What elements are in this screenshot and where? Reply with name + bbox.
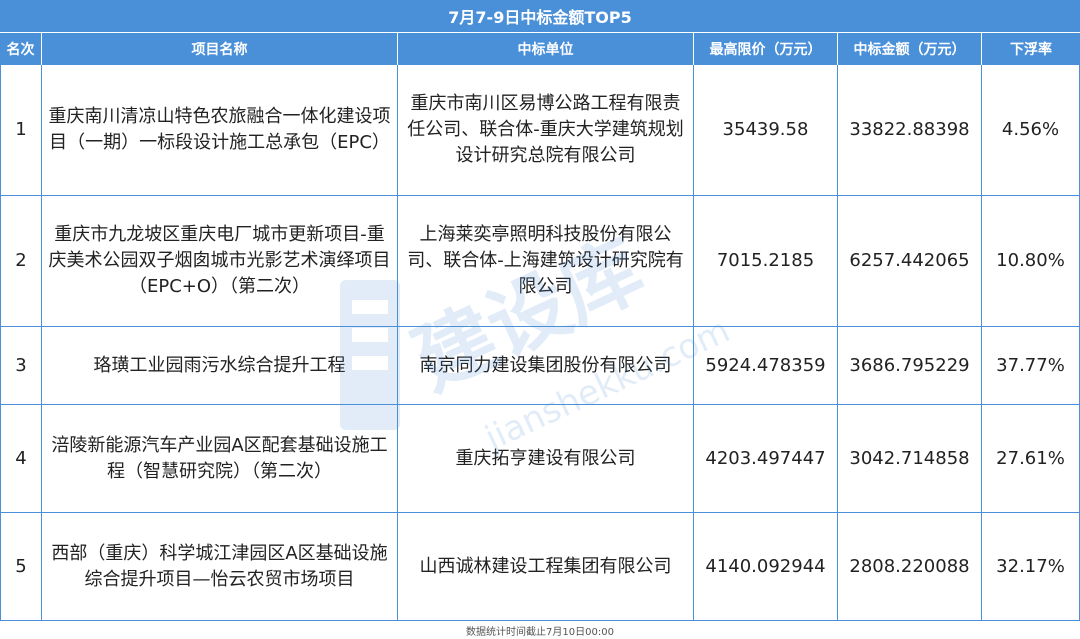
column-header-amount: 中标金额（万元） [838,33,982,65]
cell-project: 珞璜工业园雨污水综合提升工程 [42,327,398,404]
cell-rate: 10.80% [982,196,1080,326]
cell-max-price: 4140.092944 [694,513,838,620]
cell-rate: 37.77% [982,327,1080,404]
cell-project: 西部（重庆）科学城江津园区A区基础设施综合提升项目—怡云农贸市场项目 [42,513,398,620]
column-header-rate: 下浮率 [1010,42,1052,58]
table-row: 1 重庆南川清凉山特色农旅融合一体化建设项目（一期）一标段设计施工总承包（EPC… [0,65,1080,196]
cell-rank: 2 [0,196,42,326]
cell-amount: 6257.442065 [838,196,982,326]
cell-rank: 3 [0,327,42,404]
column-header-rank: 名次 [0,33,42,65]
column-header-max-price: 最高限价（万元） [694,33,838,65]
cell-project: 重庆南川清凉山特色农旅融合一体化建设项目（一期）一标段设计施工总承包（EPC） [42,65,398,195]
cell-winner: 上海莱奕亭照明科技股份有限公司、联合体-上海建筑设计研究院有限公司 [398,196,694,326]
column-header-project: 项目名称 [42,33,398,65]
table-body: 1 重庆南川清凉山特色农旅融合一体化建设项目（一期）一标段设计施工总承包（EPC… [0,65,1080,621]
cell-winner: 山西诚林建设工程集团有限公司 [398,513,694,620]
table-row: 3 珞璜工业园雨污水综合提升工程 南京同力建设集团股份有限公司 5924.478… [0,327,1080,405]
table-row: 2 重庆市九龙坡区重庆电厂城市更新项目-重庆美术公园双子烟囱城市光影艺术演绎项目… [0,196,1080,327]
table-frame: 7月7-9日中标金额TOP5 名次 项目名称 中标单位 最高限价（万元） 中标金… [0,0,1080,639]
cell-max-price: 7015.2185 [694,196,838,326]
table-title: 7月7-9日中标金额TOP5 [0,0,1080,33]
table-row: 4 涪陵新能源汽车产业园A区配套基础设施工程（智慧研究院）（第二次） 重庆拓亨建… [0,405,1080,513]
cell-amount: 3686.795229 [838,327,982,404]
footer-note: 数据统计时间截止7月10日00:00 [466,627,614,638]
cell-rate: 4.56% [982,65,1080,195]
cell-rate: 32.17% [982,513,1080,620]
cell-amount: 3042.714858 [838,405,982,512]
cell-amount: 2808.220088 [838,513,982,620]
table-header: 名次 项目名称 中标单位 最高限价（万元） 中标金额（万元） 下浮率 [0,33,1080,65]
cell-winner: 重庆市南川区易博公路工程有限责任公司、联合体-重庆大学建筑规划设计研究总院有限公… [398,65,694,195]
cell-winner: 重庆拓亨建设有限公司 [398,405,694,512]
cell-amount: 33822.88398 [838,65,982,195]
cell-rank: 5 [0,513,42,620]
cell-max-price: 4203.497447 [694,405,838,512]
cell-project: 重庆市九龙坡区重庆电厂城市更新项目-重庆美术公园双子烟囱城市光影艺术演绎项目（E… [42,196,398,326]
cell-max-price: 5924.478359 [694,327,838,404]
cell-rank: 1 [0,65,42,195]
cell-rate: 27.61% [982,405,1080,512]
cell-max-price: 35439.58 [694,65,838,195]
cell-winner: 南京同力建设集团股份有限公司 [398,327,694,404]
cell-rank: 4 [0,405,42,512]
column-header-winner: 中标单位 [398,33,694,65]
cell-project: 涪陵新能源汽车产业园A区配套基础设施工程（智慧研究院）（第二次） [42,405,398,512]
table-row: 5 西部（重庆）科学城江津园区A区基础设施综合提升项目—怡云农贸市场项目 山西诚… [0,513,1080,621]
